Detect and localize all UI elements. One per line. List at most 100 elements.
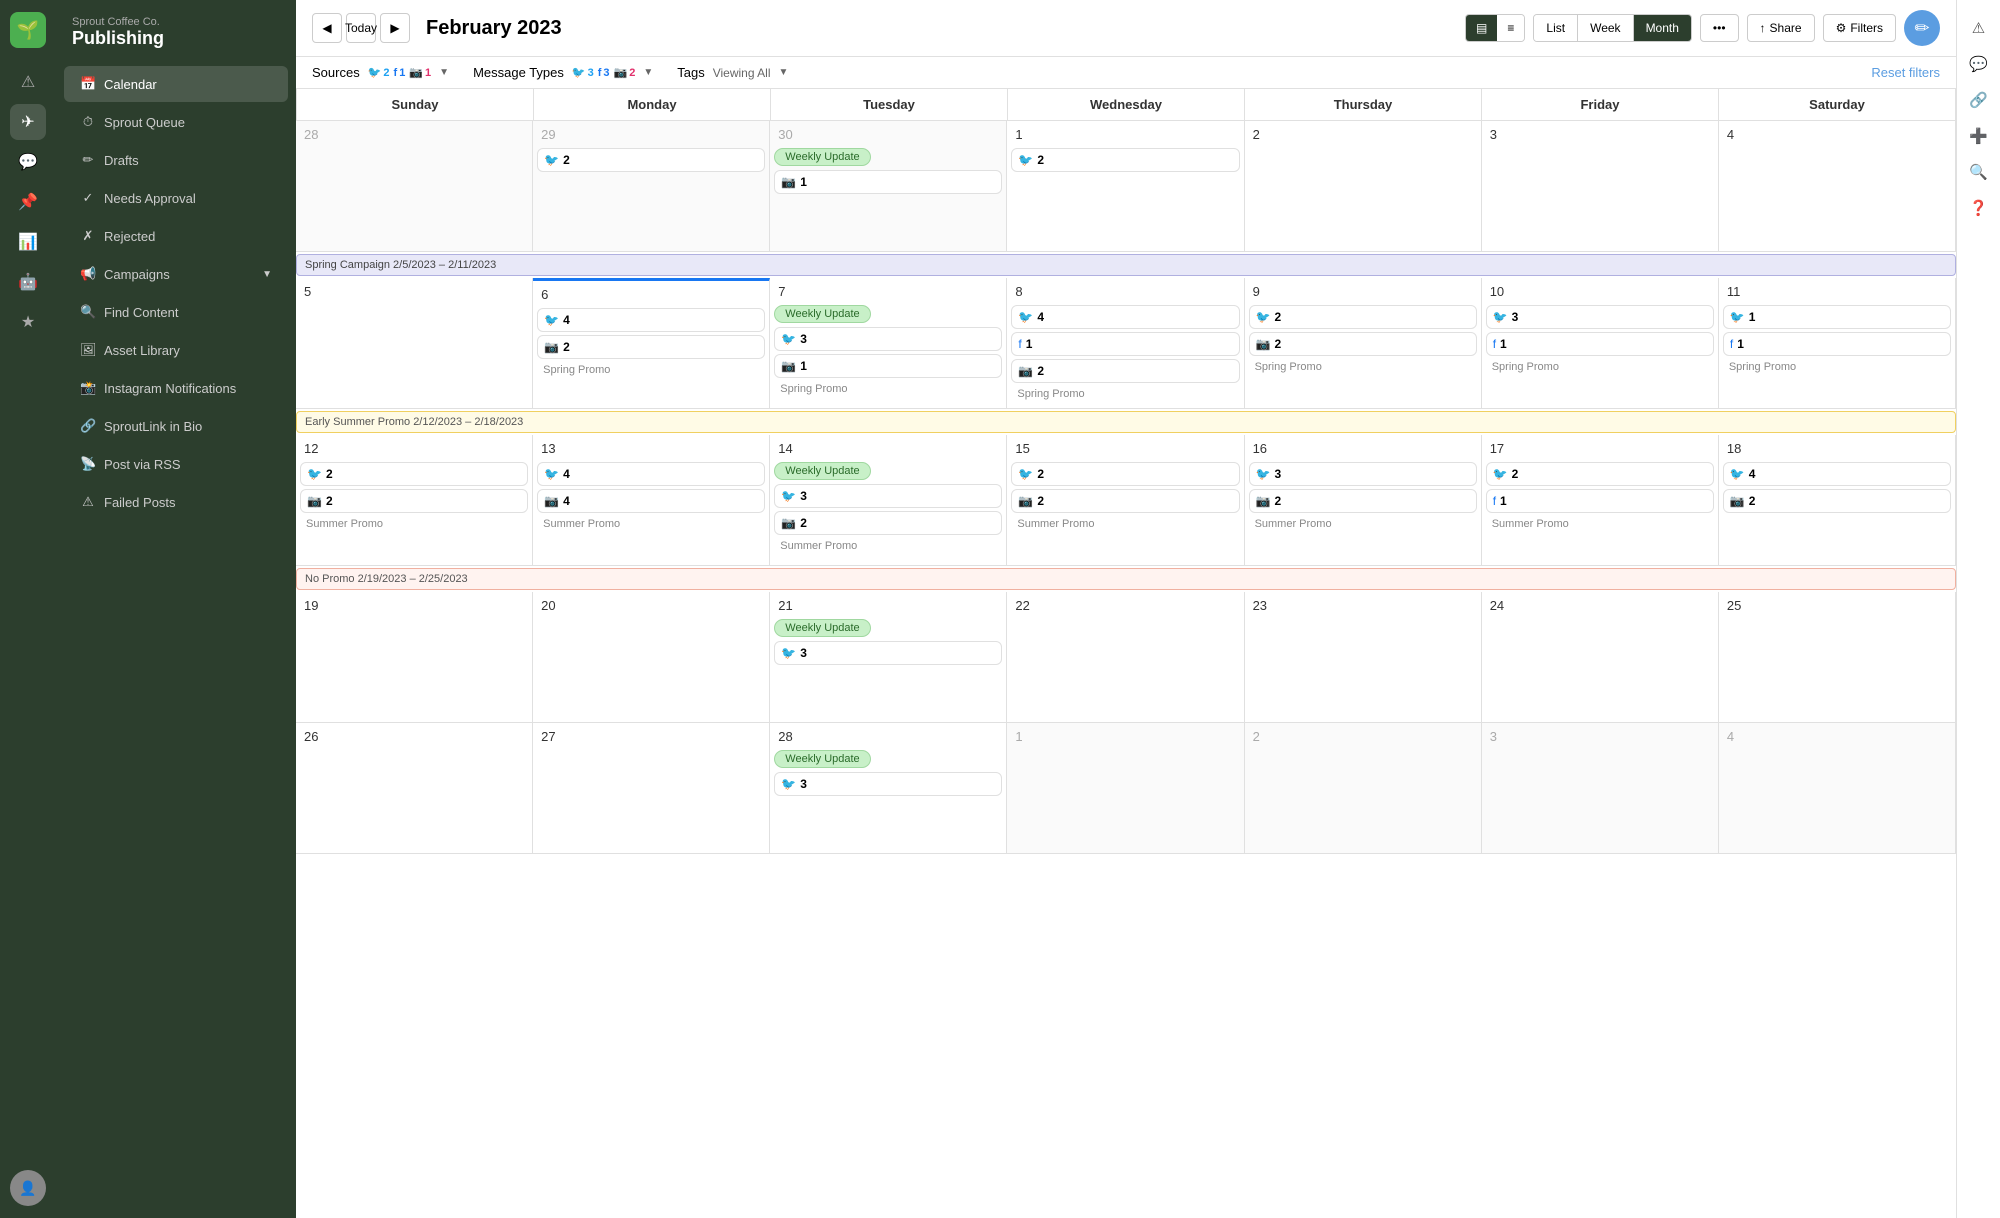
post-card[interactable]: 📷 2 [300, 489, 528, 513]
post-card[interactable]: 🐦 2 [300, 462, 528, 486]
day-cell-feb8[interactable]: 8 🐦 4 f 1 📷 2 Spring Promo [1007, 278, 1244, 408]
post-card[interactable]: 🐦 3 [774, 484, 1002, 508]
week-mode-button[interactable]: Week [1578, 15, 1633, 41]
day-cell-feb17[interactable]: 17 🐦 2 f 1 Summer Promo [1482, 435, 1719, 565]
user-avatar[interactable]: 👤 [10, 1170, 46, 1206]
day-cell-feb5[interactable]: 5 [296, 278, 533, 408]
sidebar-icon-pin[interactable]: 📌 [10, 184, 46, 220]
day-cell-feb28[interactable]: 28 Weekly Update 🐦 3 [770, 723, 1007, 853]
post-card[interactable]: 📷 2 [1249, 489, 1477, 513]
filters-button[interactable]: ⚙ Filters [1823, 14, 1896, 42]
post-card[interactable]: 🐦 2 [1249, 305, 1477, 329]
day-cell-feb12[interactable]: 12 🐦 2 📷 2 Summer Promo [296, 435, 533, 565]
day-cell-mar2[interactable]: 2 [1245, 723, 1482, 853]
post-card[interactable]: 📷 2 [1249, 332, 1477, 356]
day-cell-feb25[interactable]: 25 [1719, 592, 1956, 722]
day-cell-feb15[interactable]: 15 🐦 2 📷 2 Summer Promo [1007, 435, 1244, 565]
nav-item-calendar[interactable]: 📅 Calendar [64, 66, 288, 102]
day-cell-feb4[interactable]: 4 [1719, 121, 1956, 251]
day-cell-feb23[interactable]: 23 [1245, 592, 1482, 722]
post-card[interactable]: 🐦 2 [1011, 148, 1239, 172]
nav-item-sproutlink[interactable]: 🔗 SproutLink in Bio [64, 408, 288, 444]
day-cell-feb2[interactable]: 2 [1245, 121, 1482, 251]
day-cell-feb18[interactable]: 18 🐦 4 📷 2 [1719, 435, 1956, 565]
post-card[interactable]: f 1 [1011, 332, 1239, 356]
day-cell-feb22[interactable]: 22 [1007, 592, 1244, 722]
post-card[interactable]: 📷 4 [537, 489, 765, 513]
post-card[interactable]: 📷 2 [537, 335, 765, 359]
right-sidebar-search-icon[interactable]: 🔍 [1963, 156, 1995, 188]
post-card[interactable]: 🐦 3 [774, 772, 1002, 796]
sidebar-icon-star[interactable]: ★ [10, 304, 46, 340]
more-button[interactable]: ••• [1700, 14, 1739, 42]
post-card[interactable]: 🐦 1 [1723, 305, 1951, 329]
list-view-button[interactable]: ≡ [1497, 15, 1524, 41]
sidebar-icon-automations[interactable]: 🤖 [10, 264, 46, 300]
day-cell-feb1[interactable]: 1 🐦 2 [1007, 121, 1244, 251]
sidebar-icon-alerts[interactable]: ⚠ [10, 64, 46, 100]
right-sidebar-link-icon[interactable]: 🔗 [1963, 84, 1995, 116]
nav-item-campaigns[interactable]: 📢 Campaigns ▼ [64, 256, 288, 292]
sources-filter[interactable]: Sources 🐦 2 f 1 📷 1 ▼ [312, 65, 449, 80]
day-cell-feb21[interactable]: 21 Weekly Update 🐦 3 [770, 592, 1007, 722]
day-cell-feb7[interactable]: 7 Weekly Update 🐦 3 📷 1 Spring Promo [770, 278, 1007, 408]
post-card[interactable]: 🐦 2 [1486, 462, 1714, 486]
day-cell-jan30[interactable]: 30 Weekly Update 📷 1 [770, 121, 1007, 251]
grid-view-button[interactable]: ▤ [1466, 15, 1497, 41]
sidebar-icon-reports[interactable]: 📊 [10, 224, 46, 260]
day-cell-feb14[interactable]: 14 Weekly Update 🐦 3 📷 2 Summer Promo [770, 435, 1007, 565]
nav-item-sprout-queue[interactable]: ⏱ Sprout Queue [64, 104, 288, 140]
day-cell-feb16[interactable]: 16 🐦 3 📷 2 Summer Promo [1245, 435, 1482, 565]
list-mode-button[interactable]: List [1534, 15, 1578, 41]
post-card[interactable]: 🐦 3 [1486, 305, 1714, 329]
day-cell-feb27[interactable]: 27 [533, 723, 770, 853]
post-card[interactable]: f 1 [1486, 332, 1714, 356]
day-cell-mar4[interactable]: 4 [1719, 723, 1956, 853]
nav-item-failed-posts[interactable]: ⚠ Failed Posts [64, 484, 288, 520]
post-card[interactable]: f 1 [1723, 332, 1951, 356]
day-cell-feb24[interactable]: 24 [1482, 592, 1719, 722]
post-card[interactable]: 🐦 4 [1011, 305, 1239, 329]
month-mode-button[interactable]: Month [1634, 15, 1691, 41]
day-cell-feb13[interactable]: 13 🐦 4 📷 4 Summer Promo [533, 435, 770, 565]
right-sidebar-chat-icon[interactable]: 💬 [1963, 48, 1995, 80]
nav-item-post-via-rss[interactable]: 📡 Post via RSS [64, 446, 288, 482]
nav-item-needs-approval[interactable]: ✓ Needs Approval [64, 180, 288, 216]
nav-item-drafts[interactable]: ✏ Drafts [64, 142, 288, 178]
day-cell-feb3[interactable]: 3 [1482, 121, 1719, 251]
day-cell-feb9[interactable]: 9 🐦 2 📷 2 Spring Promo [1245, 278, 1482, 408]
post-card[interactable]: 🐦 4 [1723, 462, 1951, 486]
day-cell-feb11[interactable]: 11 🐦 1 f 1 Spring Promo [1719, 278, 1956, 408]
post-card[interactable]: 🐦 4 [537, 462, 765, 486]
tags-filter[interactable]: Tags Viewing All ▼ [677, 65, 788, 80]
post-card[interactable]: 📷 2 [774, 511, 1002, 535]
day-cell-jan29[interactable]: 29 🐦 2 [533, 121, 770, 251]
day-cell-feb26[interactable]: 26 [296, 723, 533, 853]
post-card[interactable]: 📷 1 [774, 170, 1002, 194]
post-card[interactable]: 📷 2 [1723, 489, 1951, 513]
today-button[interactable]: Today [346, 13, 376, 43]
right-sidebar-help-icon[interactable]: ❓ [1963, 192, 1995, 224]
post-card[interactable]: 🐦 4 [537, 308, 765, 332]
message-types-filter[interactable]: Message Types 🐦 3 f 3 📷 2 ▼ [473, 65, 653, 80]
nav-item-rejected[interactable]: ✗ Rejected [64, 218, 288, 254]
sidebar-icon-inbox[interactable]: 💬 [10, 144, 46, 180]
post-card[interactable]: f 1 [1486, 489, 1714, 513]
post-card[interactable]: 📷 2 [1011, 489, 1239, 513]
day-cell-feb10[interactable]: 10 🐦 3 f 1 Spring Promo [1482, 278, 1719, 408]
right-sidebar-add-icon[interactable]: ➕ [1963, 120, 1995, 152]
day-cell-jan28[interactable]: 28 [296, 121, 533, 251]
post-card[interactable]: 🐦 3 [774, 327, 1002, 351]
sidebar-icon-publishing[interactable]: ✈ [10, 104, 46, 140]
day-cell-mar3[interactable]: 3 [1482, 723, 1719, 853]
post-card[interactable]: 🐦 2 [537, 148, 765, 172]
nav-item-find-content[interactable]: 🔍 Find Content [64, 294, 288, 330]
nav-item-instagram-notifications[interactable]: 📸 Instagram Notifications [64, 370, 288, 406]
nav-item-asset-library[interactable]: 🖼 Asset Library [64, 332, 288, 368]
post-card[interactable]: 🐦 3 [1249, 462, 1477, 486]
right-sidebar-alert-icon[interactable]: ⚠ [1963, 12, 1995, 44]
post-card[interactable]: 📷 1 [774, 354, 1002, 378]
reset-filters-button[interactable]: Reset filters [1871, 65, 1940, 80]
day-cell-feb6[interactable]: 6 🐦 4 📷 2 Spring Promo [533, 278, 770, 408]
day-cell-feb20[interactable]: 20 [533, 592, 770, 722]
